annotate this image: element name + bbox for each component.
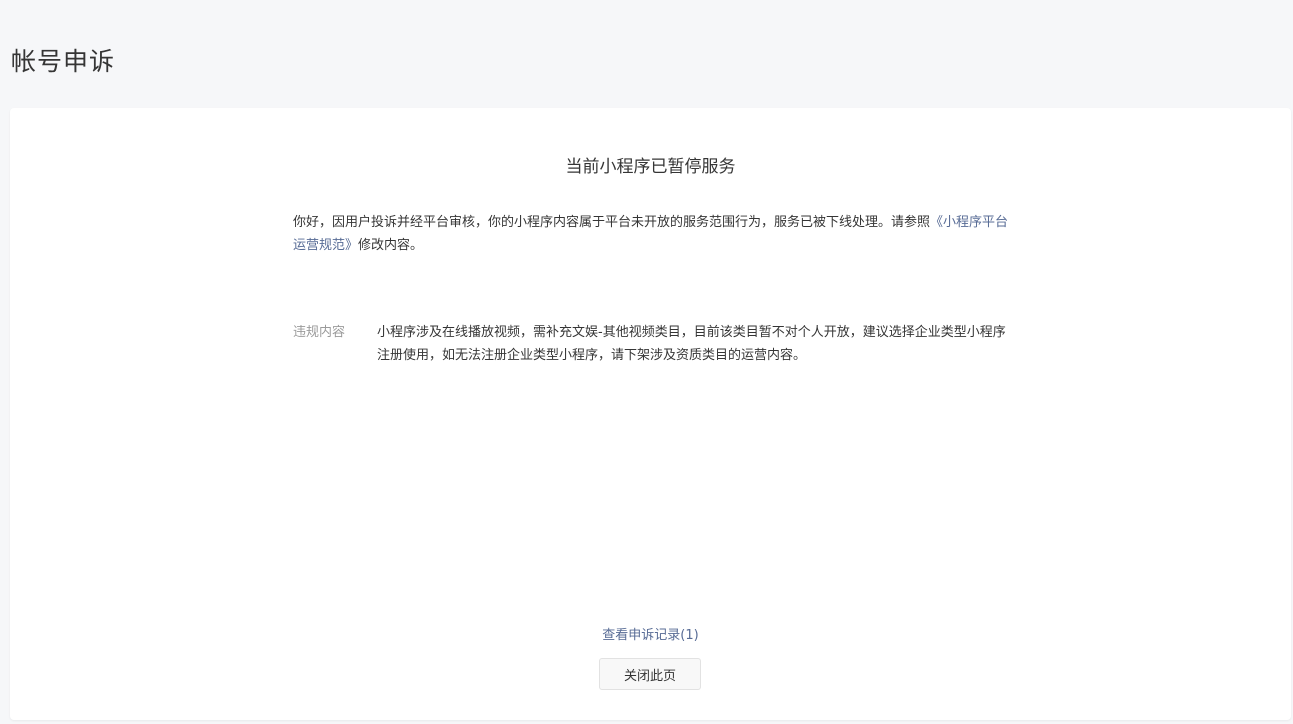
violation-row: 违规内容 小程序涉及在线播放视频，需补充文娱-其他视频类目，目前该类目暂不对个人… xyxy=(293,321,1010,367)
page-title: 帐号申诉 xyxy=(11,47,116,76)
appeal-card: 当前小程序已暂停服务 你好，因用户投诉并经平台审核，你的小程序内容属于平台未开放… xyxy=(10,108,1291,720)
notice-body-suffix: 修改内容。 xyxy=(358,238,424,253)
appeal-record-link[interactable]: 查看申诉记录(1) xyxy=(10,625,1291,647)
violation-label: 违规内容 xyxy=(293,325,346,340)
notice-body: 你好，因用户投诉并经平台审核，你的小程序内容属于平台未开放的服务范围行为，服务已… xyxy=(293,211,1010,257)
notice-body-prefix: 你好，因用户投诉并经平台审核，你的小程序内容属于平台未开放的服务范围行为，服务已… xyxy=(293,215,931,230)
violation-text: 小程序涉及在线播放视频，需补充文娱-其他视频类目，目前该类目暂不对个人开放，建议… xyxy=(377,325,1006,363)
close-page-button[interactable]: 关闭此页 xyxy=(599,658,701,690)
notice-title: 当前小程序已暂停服务 xyxy=(565,157,736,177)
